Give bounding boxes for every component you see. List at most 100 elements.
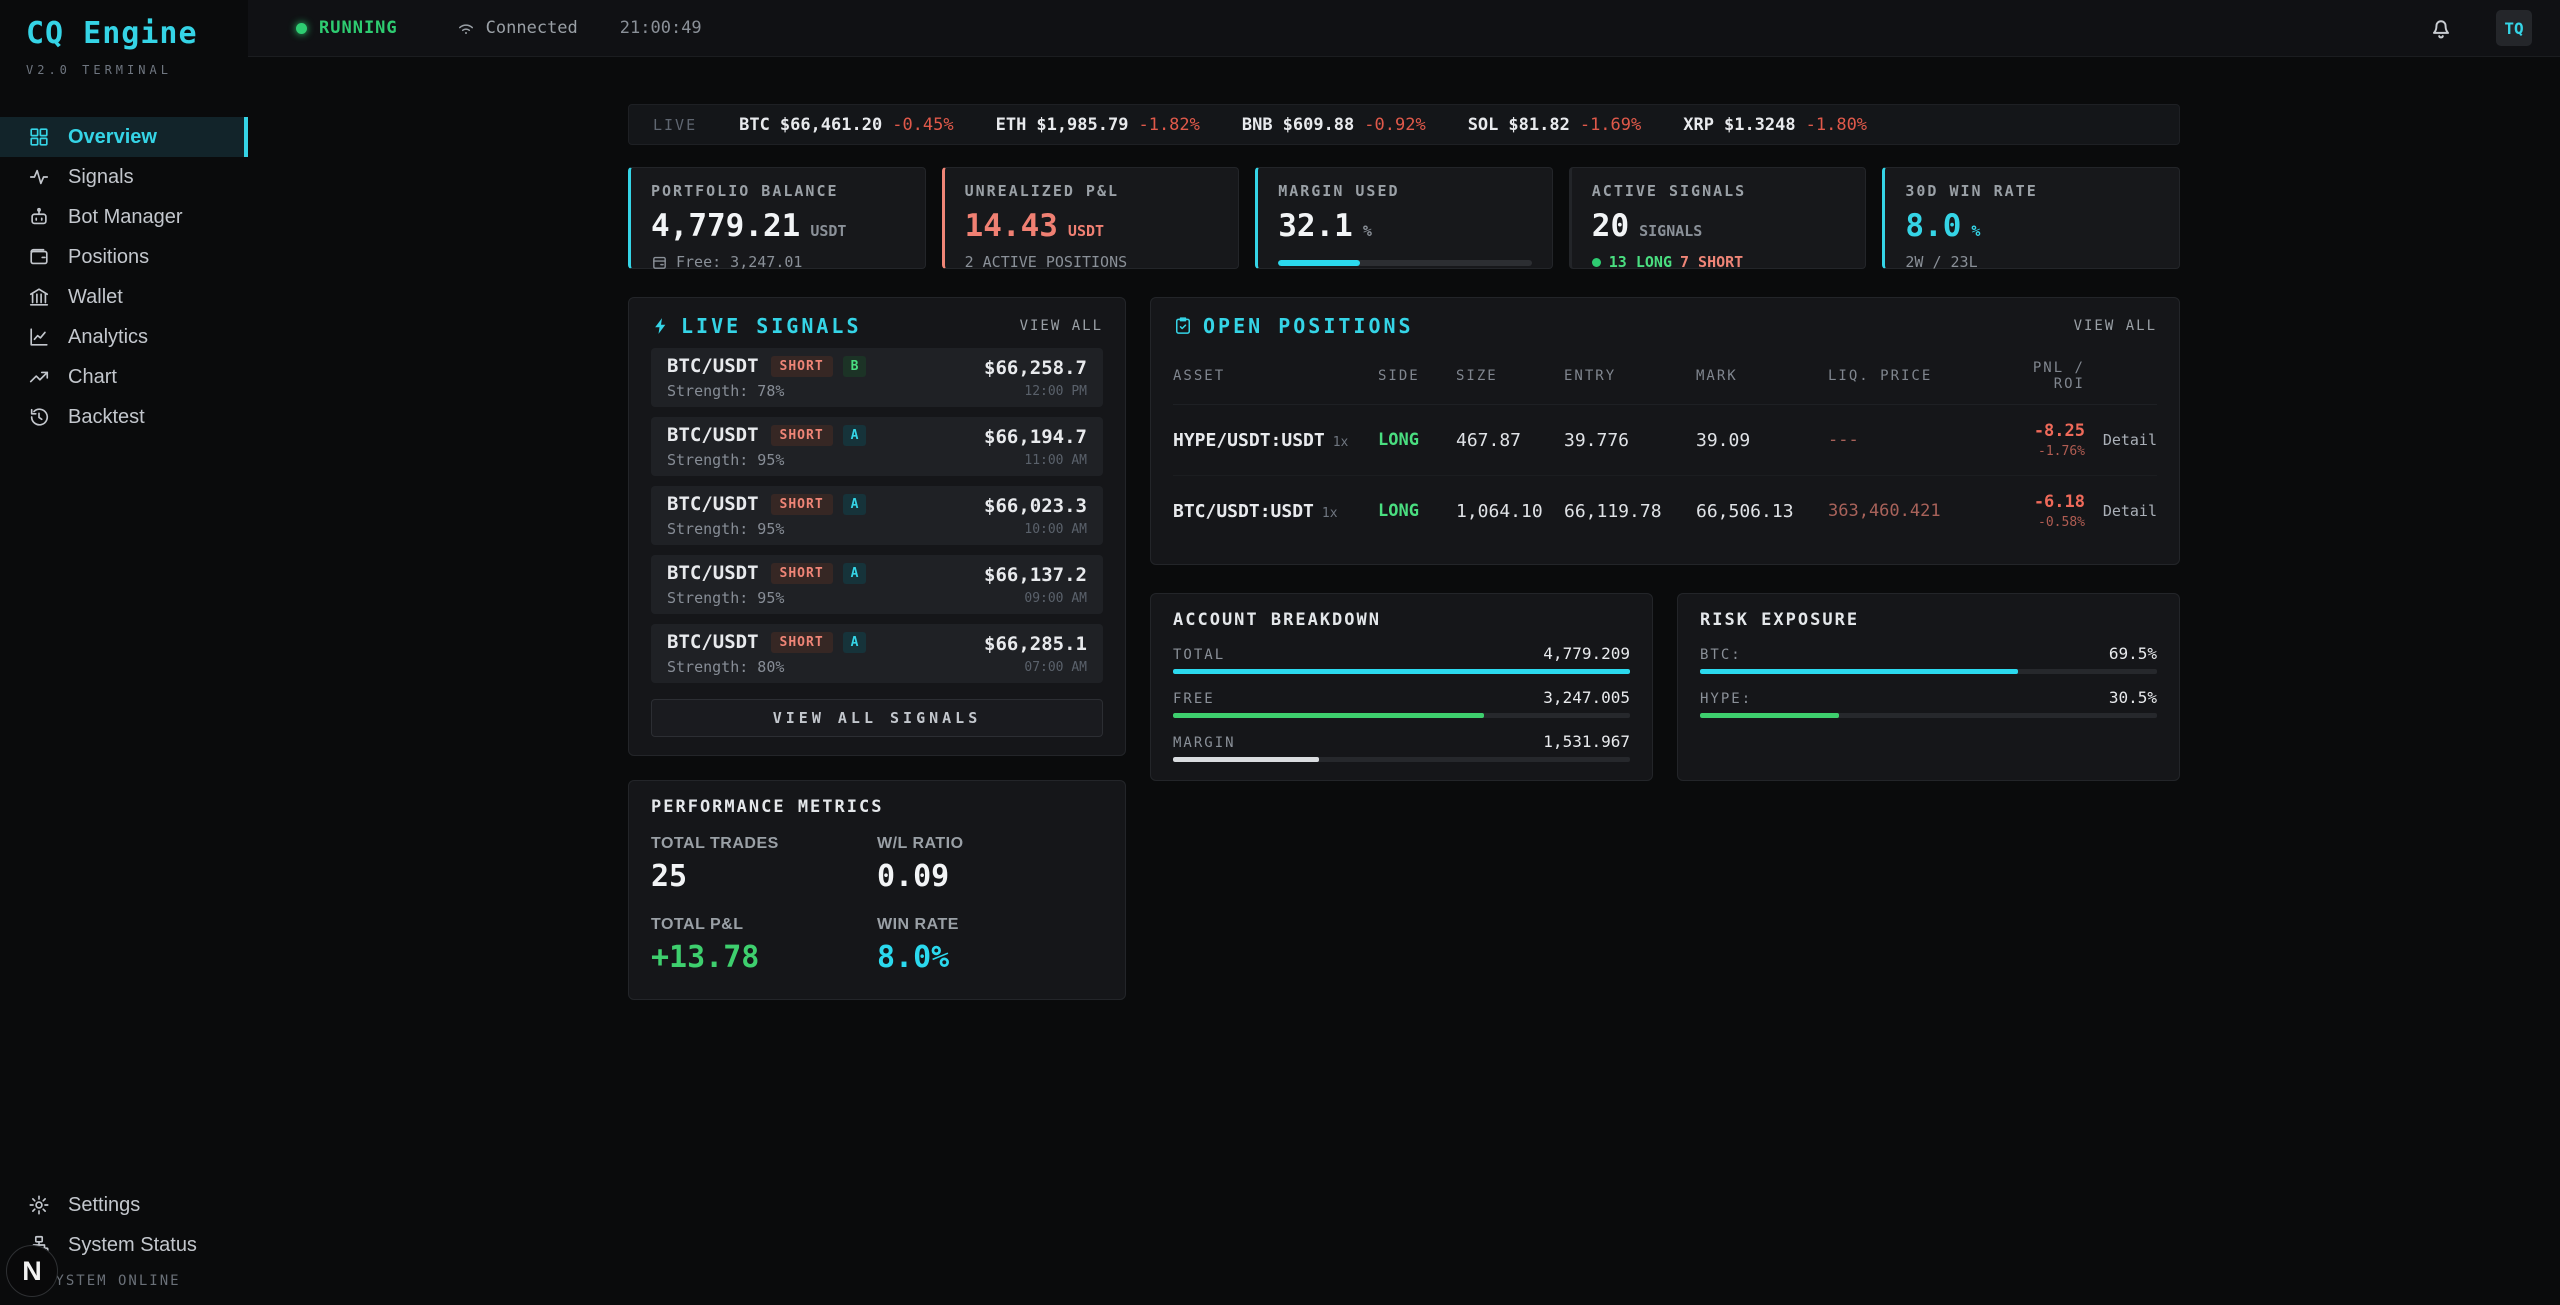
position-asset: BTC/USDT:USDT: [1173, 501, 1314, 522]
col-side: SIDE: [1378, 368, 1456, 384]
grade-badge: A: [843, 632, 867, 653]
breakdown-label: MARGIN: [1173, 735, 1236, 751]
chart-line-icon: [28, 326, 50, 348]
signal-strength: Strength: 95%: [667, 451, 866, 469]
sidebar-item-chart[interactable]: Chart: [0, 357, 248, 397]
ticker-live-label: LIVE: [653, 116, 697, 134]
sidebar-item-label: Overview: [68, 126, 157, 149]
signal-price: $66,285.1: [984, 633, 1087, 655]
position-mark: 66,506.13: [1696, 501, 1828, 522]
signal-price: $66,194.7: [984, 426, 1087, 448]
position-detail-link[interactable]: Detail: [2085, 431, 2157, 449]
positions-view-all-link[interactable]: VIEW ALL: [2074, 318, 2157, 334]
ticker-symbol: BTC: [739, 115, 770, 135]
risk-bar: [1700, 713, 1839, 718]
side-badge: SHORT: [771, 632, 833, 653]
signals-view-all-link[interactable]: VIEW ALL: [1020, 318, 1103, 334]
grade-badge: A: [843, 425, 867, 446]
position-liq-price: ---: [1828, 430, 1996, 450]
panel-title-text: OPEN POSITIONS: [1203, 314, 1414, 338]
side-badge: SHORT: [771, 356, 833, 377]
sidebar-item-label: Chart: [68, 366, 117, 389]
signal-row[interactable]: BTC/USDT SHORT A Strength: 80% $66,285.1…: [651, 624, 1103, 683]
sidebar-item-label: Analytics: [68, 326, 148, 349]
sidebar-item-backtest[interactable]: Backtest: [0, 397, 248, 437]
position-side: LONG: [1378, 501, 1456, 521]
risk-bar: [1700, 669, 2018, 674]
card-unrealized-pnl: UNREALIZED P&L 14.43 USDT 2 ACTIVE POSIT…: [942, 167, 1240, 269]
sidebar-item-bot-manager[interactable]: Bot Manager: [0, 197, 248, 237]
position-pnl: -6.18: [2034, 492, 2085, 512]
breakdown-value: 3,247.005: [1543, 688, 1630, 707]
wallet-mini-icon: [651, 254, 668, 271]
signal-price: $66,258.7: [984, 357, 1087, 379]
bank-icon: [28, 286, 50, 308]
metric-value: 0.09: [877, 859, 1103, 894]
ticker-item-sol: SOL $81.82 -1.69%: [1468, 115, 1642, 135]
card-label: MARGIN USED: [1278, 182, 1532, 200]
short-count: 7 SHORT: [1680, 253, 1743, 271]
avatar[interactable]: TQ: [2496, 10, 2532, 46]
status-dot: [296, 23, 307, 34]
bell-icon[interactable]: [2428, 15, 2454, 41]
account-breakdown-title: ACCOUNT BREAKDOWN: [1173, 610, 1630, 630]
signal-pair: BTC/USDT: [667, 355, 759, 377]
clock: 21:00:49: [620, 18, 702, 38]
col-pnl-roi: PNL / ROI: [1996, 360, 2085, 392]
position-side: LONG: [1378, 430, 1456, 450]
sidebar-item-settings[interactable]: Settings: [0, 1185, 248, 1225]
signal-strength: Strength: 80%: [667, 658, 866, 676]
engine-status: RUNNING: [296, 18, 398, 38]
card-unit: USDT: [1068, 222, 1104, 240]
col-asset: ASSET: [1173, 368, 1378, 384]
topbar: RUNNING Connected 21:00:49 TQ: [248, 0, 2560, 57]
risk-exposure-title: RISK EXPOSURE: [1700, 610, 2157, 630]
position-row: HYPE/USDT:USDT 1x LONG 467.87 39.776 39.…: [1173, 405, 2157, 476]
card-value: 20: [1592, 208, 1629, 244]
ticker-price: $609.88: [1283, 115, 1355, 135]
position-row: BTC/USDT:USDT 1x LONG 1,064.10 66,119.78…: [1173, 476, 2157, 546]
grade-badge: A: [843, 494, 867, 515]
card-unit: SIGNALS: [1639, 222, 1702, 240]
signal-row[interactable]: BTC/USDT SHORT A Strength: 95% $66,023.3…: [651, 486, 1103, 545]
signal-pair: BTC/USDT: [667, 493, 759, 515]
position-entry: 66,119.78: [1564, 501, 1696, 522]
signal-row[interactable]: BTC/USDT SHORT A Strength: 95% $66,194.7…: [651, 417, 1103, 476]
position-detail-link[interactable]: Detail: [2085, 502, 2157, 520]
card-label: PORTFOLIO BALANCE: [651, 182, 905, 200]
app-title: CQ Engine: [26, 16, 248, 51]
ticker-symbol: SOL: [1468, 115, 1499, 135]
ticker-change: -1.69%: [1580, 115, 1641, 135]
free-balance: Free: 3,247.01: [676, 253, 802, 271]
sidebar: CQ Engine V2.0 TERMINAL Overview Signals…: [0, 0, 248, 1305]
ticker-item-btc: BTC $66,461.20 -0.45%: [739, 115, 954, 135]
open-positions-title: OPEN POSITIONS: [1173, 314, 1414, 338]
ticker-change: -1.82%: [1138, 115, 1199, 135]
bot-icon: [28, 206, 50, 228]
ticker-symbol: XRP: [1683, 115, 1714, 135]
dev-badge[interactable]: N: [6, 1245, 58, 1297]
sidebar-item-overview[interactable]: Overview: [0, 117, 248, 157]
signal-price: $66,137.2: [984, 564, 1087, 586]
signal-row[interactable]: BTC/USDT SHORT A Strength: 95% $66,137.2…: [651, 555, 1103, 614]
sidebar-nav: Overview Signals Bot Manager Positions W…: [0, 117, 248, 437]
signal-row[interactable]: BTC/USDT SHORT B Strength: 78% $66,258.7…: [651, 348, 1103, 407]
sidebar-item-analytics[interactable]: Analytics: [0, 317, 248, 357]
sidebar-item-wallet[interactable]: Wallet: [0, 277, 248, 317]
position-roi: -0.58%: [1996, 515, 2085, 530]
price-ticker: LIVE BTC $66,461.20 -0.45% ETH $1,985.79…: [628, 104, 2180, 145]
view-all-signals-button[interactable]: VIEW ALL SIGNALS: [651, 699, 1103, 737]
ticker-symbol: BNB: [1242, 115, 1273, 135]
card-value: 4,779.21: [651, 208, 800, 244]
sidebar-item-positions[interactable]: Positions: [0, 237, 248, 277]
risk-label: HYPE:: [1700, 691, 1752, 707]
col-entry: ENTRY: [1564, 368, 1696, 384]
card-active-signals: ACTIVE SIGNALS 20 SIGNALS 13 LONG 7 SHOR…: [1569, 167, 1867, 269]
breakdown-value: 1,531.967: [1543, 732, 1630, 751]
live-signals-panel: LIVE SIGNALS VIEW ALL BTC/USDT SHORT B: [628, 297, 1126, 756]
ticker-change: -0.92%: [1364, 115, 1425, 135]
sidebar-item-signals[interactable]: Signals: [0, 157, 248, 197]
app-root: RUNNING Connected 21:00:49 TQ CQ Engine …: [0, 0, 2560, 1305]
activity-icon: [28, 166, 50, 188]
metric-total-trades: TOTAL TRADES 25: [651, 835, 877, 894]
